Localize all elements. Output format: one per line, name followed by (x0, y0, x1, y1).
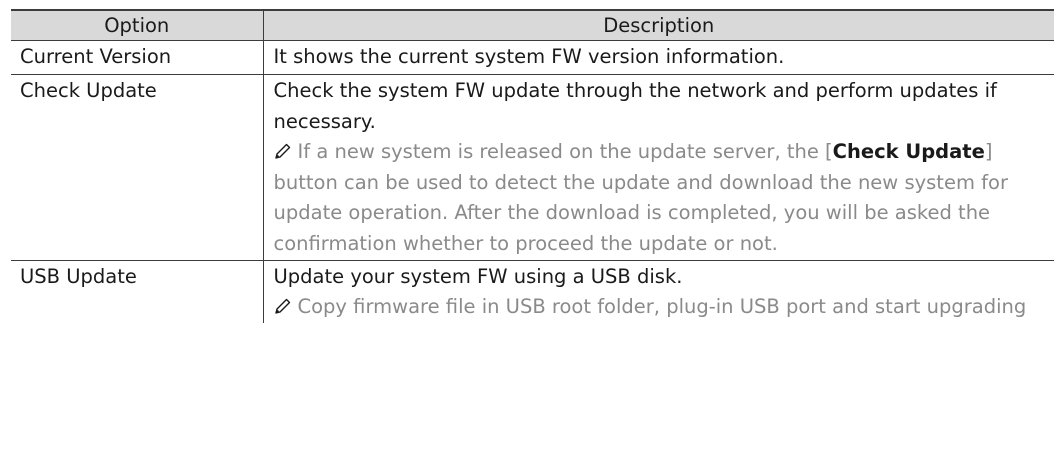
option-cell: USB Update (20, 264, 137, 288)
pencil-icon (274, 137, 294, 168)
description-text: Check the system FW update through the n… (273, 79, 997, 133)
note-text: If a new system is released on the updat… (274, 137, 1055, 259)
header-description: Description (262, 9, 1054, 41)
note-pre: If a new system is released on the updat… (297, 140, 833, 164)
header-option: Option (11, 9, 263, 41)
table-row: Current Version It shows the current sys… (11, 40, 1054, 75)
option-cell: Check Update (11, 74, 263, 261)
description-cell: Update your system FW using a USB disk. … (262, 260, 1055, 323)
note-text: Copy firmware file in USB root folder, p… (274, 292, 1055, 323)
note-body: Copy firmware file in USB root folder, p… (297, 295, 1027, 319)
option-cell: Current Version (11, 40, 263, 75)
pencil-icon (274, 292, 294, 323)
options-table: Option Description Current Version It sh… (11, 9, 1054, 323)
description-cell: It shows the current system FW version i… (262, 40, 1054, 75)
table-row: Check Update Check the system FW update … (11, 74, 1055, 261)
table-row: USB Update Update your system FW using a… (11, 260, 1054, 323)
header-row: Option Description (11, 9, 1054, 41)
description-cell: Check the system FW update through the n… (262, 74, 1055, 261)
check-update-label: Check Update (832, 140, 985, 164)
description-text: Update your system FW using a USB disk. (273, 264, 683, 288)
